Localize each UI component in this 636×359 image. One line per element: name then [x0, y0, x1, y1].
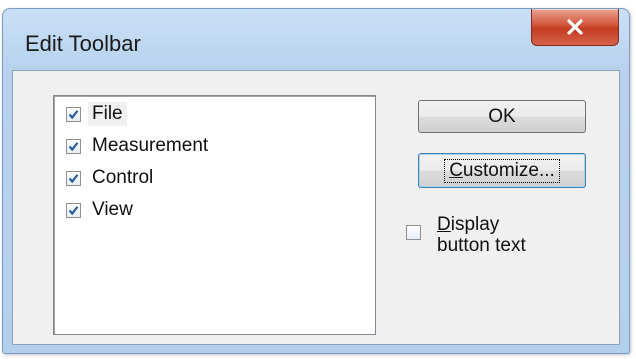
customize-label-rest: ustomize... — [462, 159, 555, 181]
view-checkbox[interactable] — [66, 202, 81, 218]
display-button-text-checkbox[interactable] — [406, 225, 421, 240]
ok-button[interactable]: OK — [418, 100, 586, 133]
close-button[interactable] — [531, 9, 619, 46]
dialog-client-area: File Measurement Control View OK Customi… — [12, 70, 620, 345]
ok-button-label: OK — [488, 105, 516, 127]
customize-button[interactable]: Customize... — [418, 153, 586, 188]
checkmark-icon — [68, 141, 79, 151]
title-bar[interactable]: Edit Toolbar — [3, 9, 629, 69]
list-item-measurement[interactable]: Measurement — [66, 130, 212, 162]
list-item-label: File — [88, 102, 127, 126]
measurement-checkbox[interactable] — [66, 138, 81, 154]
display-label-line1-rest: isplay — [450, 214, 500, 235]
display-button-text-label[interactable]: Display button text — [437, 214, 587, 256]
list-item-control[interactable]: Control — [66, 162, 157, 194]
list-item-view[interactable]: View — [66, 194, 137, 226]
display-hotkey: D — [437, 214, 451, 235]
display-label-line1: Display — [437, 214, 587, 235]
control-checkbox[interactable] — [66, 170, 81, 186]
customize-button-label: Customize... — [444, 158, 560, 183]
dialog-title: Edit Toolbar — [25, 31, 141, 56]
display-label-line2: button text — [437, 235, 526, 256]
checkmark-icon — [68, 205, 79, 215]
toolbar-list[interactable]: File Measurement Control View — [53, 95, 376, 335]
list-item-label: Control — [92, 167, 154, 188]
list-item-label: View — [92, 199, 133, 220]
checkmark-icon — [68, 173, 79, 183]
edit-toolbar-dialog: Edit Toolbar File Measurement Control Vi… — [2, 8, 630, 354]
close-icon — [567, 19, 583, 35]
list-item-file[interactable]: File — [66, 98, 127, 130]
checkmark-icon — [68, 109, 79, 119]
list-item-label: Measurement — [92, 135, 209, 156]
customize-hotkey: C — [449, 159, 463, 181]
file-checkbox[interactable] — [66, 106, 81, 122]
